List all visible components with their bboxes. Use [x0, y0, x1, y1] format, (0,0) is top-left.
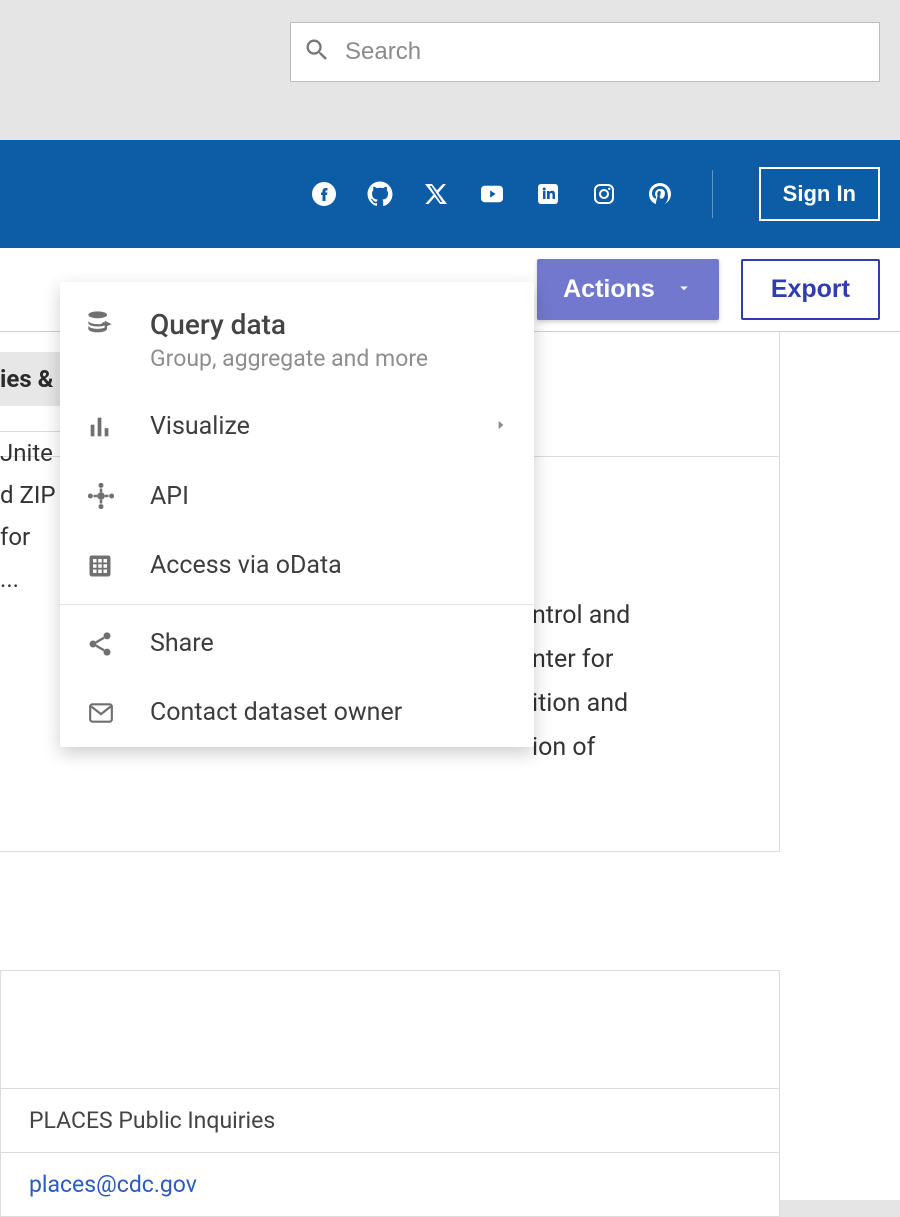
- mail-icon: [86, 700, 122, 726]
- facebook-icon[interactable]: [310, 180, 338, 208]
- contact-header-spacer: [1, 971, 779, 1089]
- menu-query-title: Query data: [150, 308, 508, 341]
- top-search-area: [0, 0, 900, 140]
- actions-button[interactable]: Actions: [537, 259, 719, 320]
- contact-email[interactable]: places@cdc.gov: [1, 1153, 779, 1216]
- menu-item-visualize[interactable]: Visualize: [60, 392, 534, 461]
- database-icon: [86, 308, 122, 338]
- menu-divider: [60, 604, 534, 605]
- grid-icon: [86, 552, 122, 580]
- menu-query-subtitle: Group, aggregate and more: [150, 345, 508, 372]
- chevron-right-icon: [494, 416, 508, 438]
- chart-bar-icon: [86, 413, 122, 441]
- social-row: Sign In: [310, 167, 880, 221]
- instagram-icon[interactable]: [590, 180, 618, 208]
- actions-dropdown: Query data Group, aggregate and more Vis…: [60, 282, 534, 747]
- github-icon[interactable]: [366, 180, 394, 208]
- x-icon[interactable]: [422, 180, 450, 208]
- banner: Sign In: [0, 140, 900, 248]
- search-icon: [303, 36, 331, 68]
- menu-visualize-label: Visualize: [150, 412, 494, 441]
- menu-item-share[interactable]: Share: [60, 609, 534, 678]
- youtube-icon[interactable]: [478, 180, 506, 208]
- menu-item-odata[interactable]: Access via oData: [60, 531, 534, 600]
- menu-item-contact[interactable]: Contact dataset owner: [60, 678, 534, 747]
- menu-item-api[interactable]: API: [60, 461, 534, 531]
- right-text-fragment: ntrol and nter for ition and ion of: [532, 594, 630, 770]
- search-input[interactable]: [345, 38, 867, 66]
- menu-item-query[interactable]: Query data Group, aggregate and more: [60, 282, 534, 392]
- contact-name: PLACES Public Inquiries: [1, 1089, 779, 1153]
- left-text-fragment: ies & Jnite d ZIP for ...: [0, 352, 62, 600]
- api-icon: [86, 481, 122, 511]
- pinterest-icon[interactable]: [646, 180, 674, 208]
- menu-share-label: Share: [150, 629, 508, 658]
- contact-section: PLACES Public Inquiries places@cdc.gov: [0, 970, 780, 1217]
- share-icon: [86, 630, 122, 658]
- linkedin-icon[interactable]: [534, 180, 562, 208]
- menu-contact-label: Contact dataset owner: [150, 698, 508, 727]
- actions-label: Actions: [563, 275, 655, 304]
- chevron-down-icon: [675, 275, 693, 304]
- sign-in-button[interactable]: Sign In: [759, 167, 880, 221]
- export-button[interactable]: Export: [741, 259, 880, 320]
- banner-divider: [712, 170, 713, 218]
- menu-odata-label: Access via oData: [150, 551, 508, 580]
- category-chip[interactable]: ies &: [0, 352, 62, 406]
- menu-api-label: API: [150, 482, 508, 511]
- search-box[interactable]: [290, 22, 880, 82]
